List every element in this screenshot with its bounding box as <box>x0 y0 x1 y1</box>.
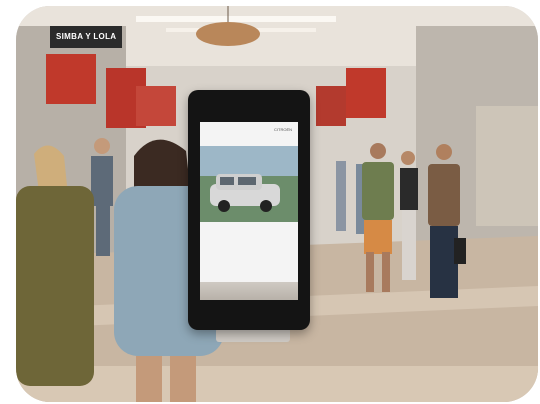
kiosk-floor-reflection <box>200 282 298 300</box>
store-sign: SIMBA Y LOLA <box>50 26 123 48</box>
kiosk-screen: CITROËN <box>200 122 298 300</box>
digital-kiosk: CITROËN <box>188 90 310 330</box>
car-image <box>200 146 298 222</box>
photo-frame: SIMBA Y LOLA CITROËN <box>16 6 538 402</box>
brand-label: CITROËN <box>274 127 292 132</box>
